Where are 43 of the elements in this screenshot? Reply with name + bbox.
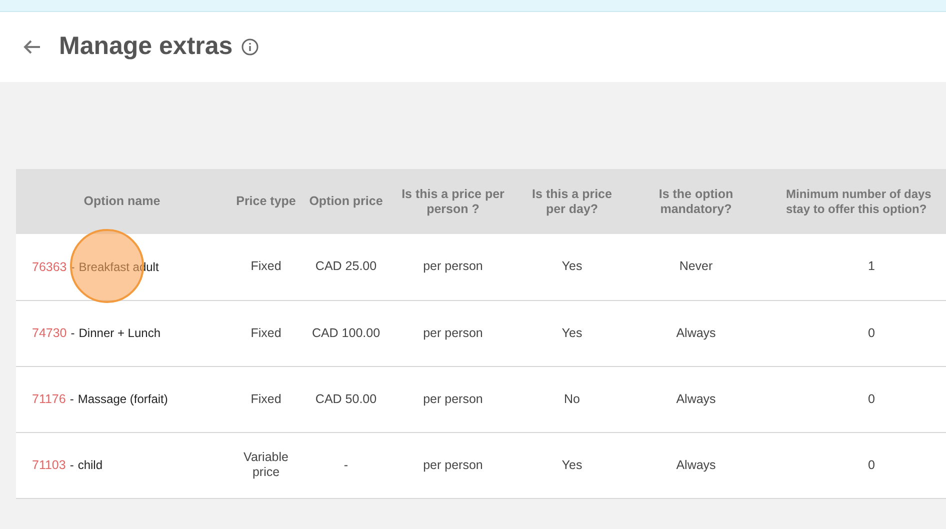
- column-header: Option price: [304, 169, 388, 234]
- info-icon[interactable]: [240, 38, 259, 56]
- table-cell: 0: [766, 300, 946, 366]
- table-cell: Never: [626, 234, 766, 300]
- option-id-link[interactable]: 71103: [32, 458, 66, 472]
- option-id-link[interactable]: 71176: [32, 392, 66, 406]
- table-cell: Yes: [518, 300, 626, 366]
- table-cell: 0: [766, 366, 946, 432]
- option-id-link[interactable]: 74730: [32, 326, 67, 340]
- table-cell: Always: [626, 300, 766, 366]
- table-cell: CAD 100.00: [304, 300, 388, 366]
- table-cell: per person: [388, 234, 518, 300]
- table-cell: Always: [626, 366, 766, 432]
- table-cell: per person: [388, 300, 518, 366]
- table-cell: Always: [626, 432, 766, 498]
- table-cell: -: [304, 432, 388, 498]
- column-header: Is this a price per person ?: [388, 169, 518, 234]
- column-header: Option name: [16, 169, 228, 234]
- table-cell: Variable price: [228, 432, 304, 498]
- option-name: Dinner + Lunch: [78, 326, 160, 340]
- table-cell: Yes: [518, 432, 626, 498]
- separator-dash: -: [70, 392, 74, 406]
- column-header: Minimum number of days stay to offer this option?: [766, 169, 946, 234]
- table-cell: Fixed: [228, 300, 304, 366]
- table-cell: per person: [388, 432, 518, 498]
- separator-dash: -: [70, 326, 75, 340]
- column-header: Price type: [228, 169, 304, 234]
- option-id-link[interactable]: 76363: [32, 260, 67, 274]
- table-cell: Fixed: [228, 234, 304, 300]
- option-name: child: [78, 458, 103, 472]
- table-cell: No: [518, 366, 626, 432]
- column-header: Is the option mandatory?: [626, 169, 766, 234]
- table-cell: CAD 25.00: [304, 234, 388, 300]
- page-title: Manage extras: [59, 31, 233, 62]
- table-cell: per person: [388, 366, 518, 432]
- table-cell: 1: [766, 234, 946, 300]
- option-name: Massage (forfait): [78, 392, 168, 406]
- column-header: Is this a price per day?: [518, 169, 626, 234]
- separator-dash: -: [70, 458, 74, 472]
- table-cell: CAD 50.00: [304, 366, 388, 432]
- table-cell: 0: [766, 432, 946, 498]
- table-cell: Yes: [518, 234, 626, 300]
- table-cell: Fixed: [228, 366, 304, 432]
